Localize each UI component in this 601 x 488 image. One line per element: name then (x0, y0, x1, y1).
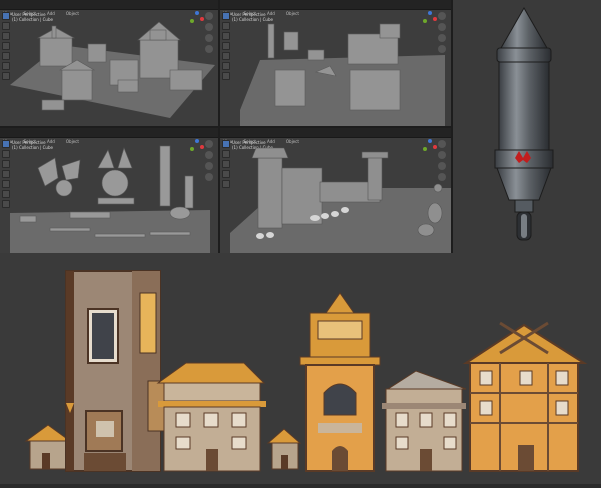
viewport-bottom-left[interactable]: View Select Add Object User Perspective … (0, 128, 218, 253)
scene-render (230, 147, 451, 253)
grey-roof-house (382, 370, 467, 472)
viewport-top-left[interactable]: View Select Add Object User Perspective … (0, 0, 218, 126)
viewport-top-right[interactable]: View Select Add Object User Perspective … (220, 0, 451, 126)
axis-gizmo[interactable] (190, 139, 204, 153)
viewport-header: View Select Add Object (0, 128, 218, 144)
buildings-render (24, 270, 588, 472)
tall-tower (65, 270, 167, 472)
axis-gizmo[interactable] (423, 139, 437, 153)
medium-house (156, 362, 266, 472)
large-timber-house (462, 321, 588, 472)
small-cottage (24, 424, 72, 470)
buildings-illustration (0, 253, 601, 484)
viewport-bottom-right[interactable]: View Select Add Object User Perspective … (220, 128, 451, 253)
viewport-header: View Select Add Object (220, 0, 451, 16)
axis-gizmo[interactable] (190, 11, 204, 25)
scene-render (240, 23, 445, 126)
axis-gizmo[interactable] (423, 11, 437, 25)
rocket-illustration (494, 6, 554, 241)
panel-divider (451, 0, 453, 253)
scene-render (10, 21, 215, 118)
small-hut (266, 428, 302, 470)
orange-tower (299, 292, 381, 472)
viewport-header: View Select Add Object (0, 0, 218, 16)
viewport-divider[interactable] (0, 126, 451, 128)
scene-render (10, 145, 210, 253)
viewport-header: View Select Add Object (220, 128, 451, 144)
rocket-render (451, 0, 601, 253)
